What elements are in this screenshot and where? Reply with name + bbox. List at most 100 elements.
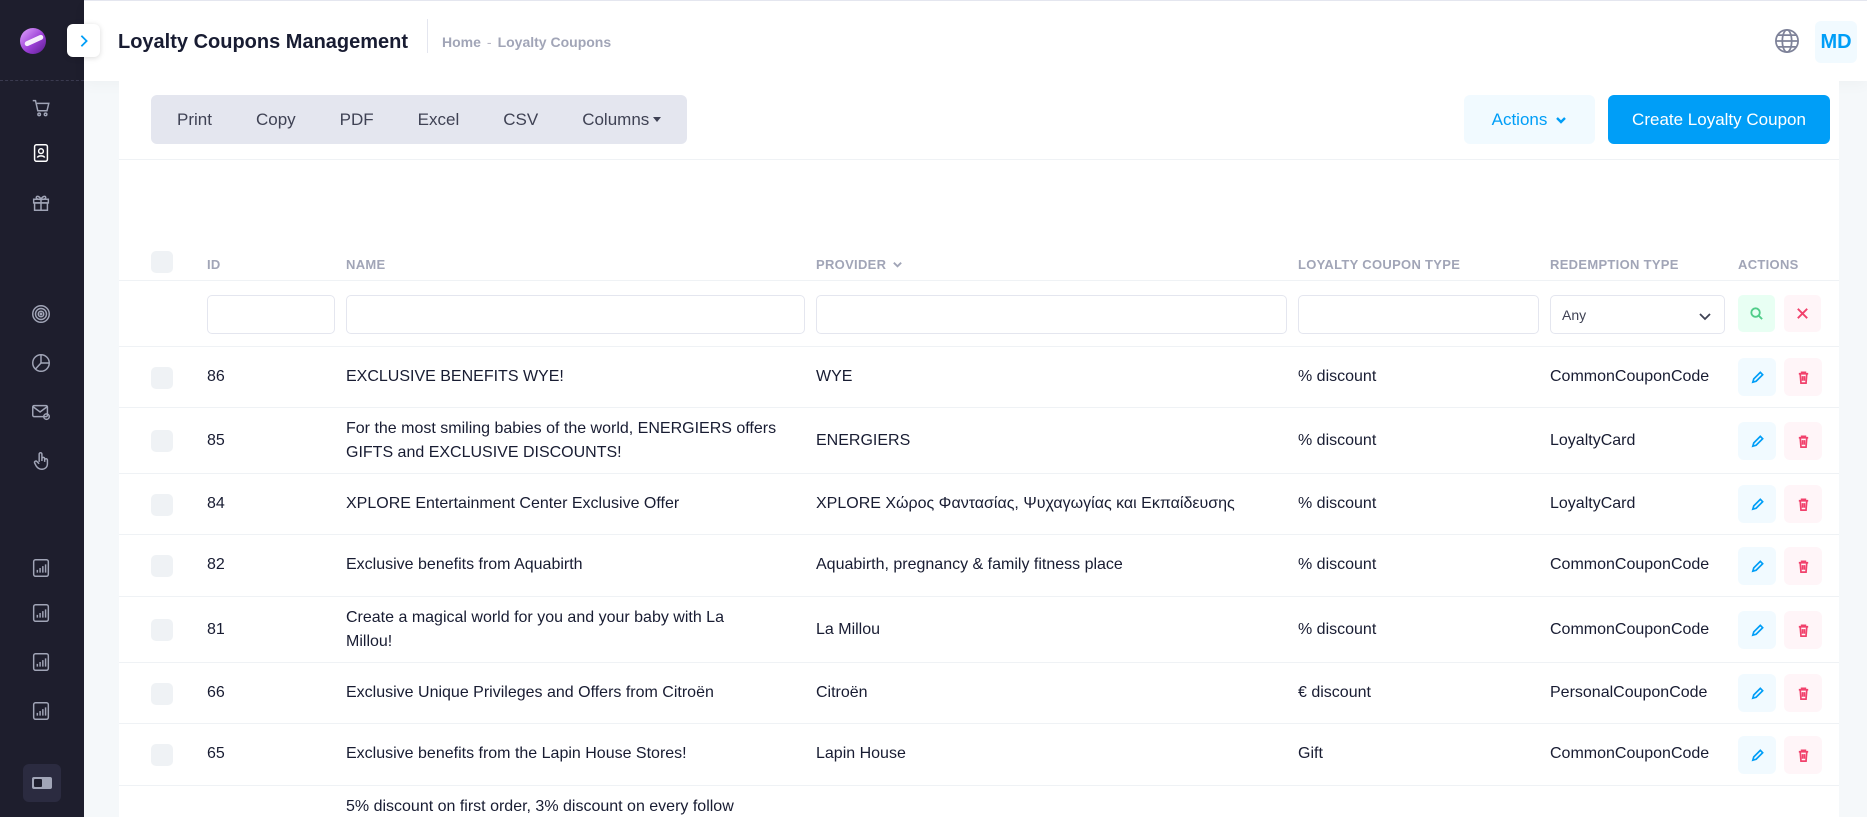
filter-provider-input[interactable] xyxy=(816,295,1287,334)
filter-name-input[interactable] xyxy=(346,295,805,334)
filter-redemption-value: Any xyxy=(1562,306,1587,323)
cell-provider: La Millou xyxy=(816,621,881,638)
cell-coupon-type: % discount xyxy=(1298,432,1377,449)
row-checkbox[interactable] xyxy=(151,367,173,389)
cell-provider: Aquabirth, pregnancy & family fitness pl… xyxy=(816,556,1123,573)
cell-id: 81 xyxy=(207,621,225,638)
sidebar-toggle-button[interactable] xyxy=(67,24,100,57)
filter-id-input[interactable] xyxy=(207,295,335,334)
breadcrumb-home[interactable]: Home xyxy=(442,34,481,50)
edit-button[interactable] xyxy=(1738,422,1776,460)
column-header-actions: ACTIONS xyxy=(1738,257,1799,272)
excel-button[interactable]: Excel xyxy=(396,95,482,144)
coupons-card: Print Copy PDF Excel CSV Columns Actions… xyxy=(119,81,1839,817)
chevron-right-icon xyxy=(80,34,88,47)
cell-coupon-type: % discount xyxy=(1298,621,1377,638)
row-checkbox[interactable] xyxy=(151,555,173,577)
delete-button[interactable] xyxy=(1784,674,1822,712)
mail-settings-icon[interactable] xyxy=(27,398,55,426)
cell-provider: ENERGIERS xyxy=(816,432,911,449)
columns-button[interactable]: Columns xyxy=(560,95,683,144)
cell-name: EXCLUSIVE BENEFITS WYE! xyxy=(346,368,564,385)
pencil-icon xyxy=(1751,497,1764,510)
top-header: Loyalty Coupons Management Home - Loyalt… xyxy=(84,0,1867,81)
logo-icon[interactable] xyxy=(20,28,46,54)
report-icon[interactable] xyxy=(27,599,55,627)
edit-button[interactable] xyxy=(1738,485,1776,523)
column-header-name[interactable]: NAME xyxy=(346,257,385,272)
row-checkbox[interactable] xyxy=(151,430,173,452)
delete-button[interactable] xyxy=(1784,736,1822,774)
cell-redemption-type: LoyaltyCard xyxy=(1550,495,1636,512)
cell-name: Exclusive Unique Privileges and Offers f… xyxy=(346,684,714,701)
column-header-coupon-type[interactable]: LOYALTY COUPON TYPE xyxy=(1298,257,1460,272)
breadcrumb-separator: - xyxy=(486,34,492,50)
hand-pointer-icon[interactable] xyxy=(27,447,55,475)
delete-button[interactable] xyxy=(1784,485,1822,523)
delete-button[interactable] xyxy=(1784,358,1822,396)
column-header-id[interactable]: ID xyxy=(207,257,221,272)
cell-provider: Citroën xyxy=(816,684,868,701)
cell-id: 86 xyxy=(207,368,225,385)
table-row: 86 EXCLUSIVE BENEFITS WYE! WYE % discoun… xyxy=(119,347,1839,408)
export-button-group: Print Copy PDF Excel CSV Columns xyxy=(151,95,688,144)
caret-down-icon xyxy=(653,117,662,122)
trash-icon xyxy=(1798,371,1808,384)
filter-search-button[interactable] xyxy=(1738,295,1775,332)
delete-button[interactable] xyxy=(1784,547,1822,585)
edit-button[interactable] xyxy=(1738,736,1776,774)
pdf-button[interactable]: PDF xyxy=(318,95,396,144)
user-avatar[interactable]: MD xyxy=(1815,21,1857,63)
trash-icon xyxy=(1798,687,1808,700)
edit-button[interactable] xyxy=(1738,358,1776,396)
select-all-checkbox[interactable] xyxy=(151,251,173,273)
edit-button[interactable] xyxy=(1738,611,1776,649)
column-header-redemption-type[interactable]: REDEMPTION TYPE xyxy=(1550,257,1679,272)
theme-toggle-icon[interactable] xyxy=(23,764,61,802)
language-globe-icon[interactable] xyxy=(1771,25,1803,57)
contact-card-icon[interactable] xyxy=(27,139,55,167)
edit-button[interactable] xyxy=(1738,674,1776,712)
report-icon[interactable] xyxy=(27,554,55,582)
print-button[interactable]: Print xyxy=(155,95,234,144)
sidebar-divider xyxy=(0,80,84,81)
row-checkbox[interactable] xyxy=(151,619,173,641)
filter-clear-button[interactable] xyxy=(1784,295,1821,332)
search-icon xyxy=(1750,307,1763,320)
delete-button[interactable] xyxy=(1784,611,1822,649)
cell-name: 5% discount on first order, 3% discount … xyxy=(346,798,734,815)
copy-button[interactable]: Copy xyxy=(234,95,318,144)
cell-redemption-type: CommonCouponCode xyxy=(1550,745,1710,762)
pencil-icon xyxy=(1751,559,1764,572)
row-checkbox[interactable] xyxy=(151,494,173,516)
cell-id: 65 xyxy=(207,745,225,762)
filter-redemption-select[interactable]: Any xyxy=(1550,295,1725,334)
actions-label: Actions xyxy=(1491,109,1548,129)
column-header-provider[interactable]: PROVIDER xyxy=(816,257,903,272)
target-icon[interactable] xyxy=(27,300,55,328)
edit-button[interactable] xyxy=(1738,547,1776,585)
table-row: 5% discount on first order, 3% discount … xyxy=(119,786,1839,817)
cell-name: Create a magical world for you and your … xyxy=(346,609,724,650)
row-checkbox[interactable] xyxy=(151,683,173,705)
pie-chart-icon[interactable] xyxy=(27,349,55,377)
report-icon[interactable] xyxy=(27,697,55,725)
actions-dropdown-button[interactable]: Actions xyxy=(1464,95,1595,144)
delete-button[interactable] xyxy=(1784,422,1822,460)
report-icon[interactable] xyxy=(27,648,55,676)
trash-icon xyxy=(1798,498,1808,511)
cart-icon[interactable] xyxy=(27,94,55,122)
gift-icon[interactable] xyxy=(27,188,55,216)
row-checkbox[interactable] xyxy=(151,744,173,766)
csv-button[interactable]: CSV xyxy=(481,95,560,144)
breadcrumb-current: Loyalty Coupons xyxy=(497,34,612,50)
trash-icon xyxy=(1798,749,1808,762)
pencil-icon xyxy=(1751,434,1764,447)
cell-coupon-type: Gift xyxy=(1298,745,1323,762)
trash-icon xyxy=(1798,435,1808,448)
cell-id: 84 xyxy=(207,495,225,512)
cell-redemption-type: PersonalCouponCode xyxy=(1550,684,1708,701)
create-loyalty-coupon-button[interactable]: Create Loyalty Coupon xyxy=(1608,95,1830,144)
filter-coupon-type-input[interactable] xyxy=(1298,295,1539,334)
cell-name: XPLORE Entertainment Center Exclusive Of… xyxy=(346,495,680,512)
